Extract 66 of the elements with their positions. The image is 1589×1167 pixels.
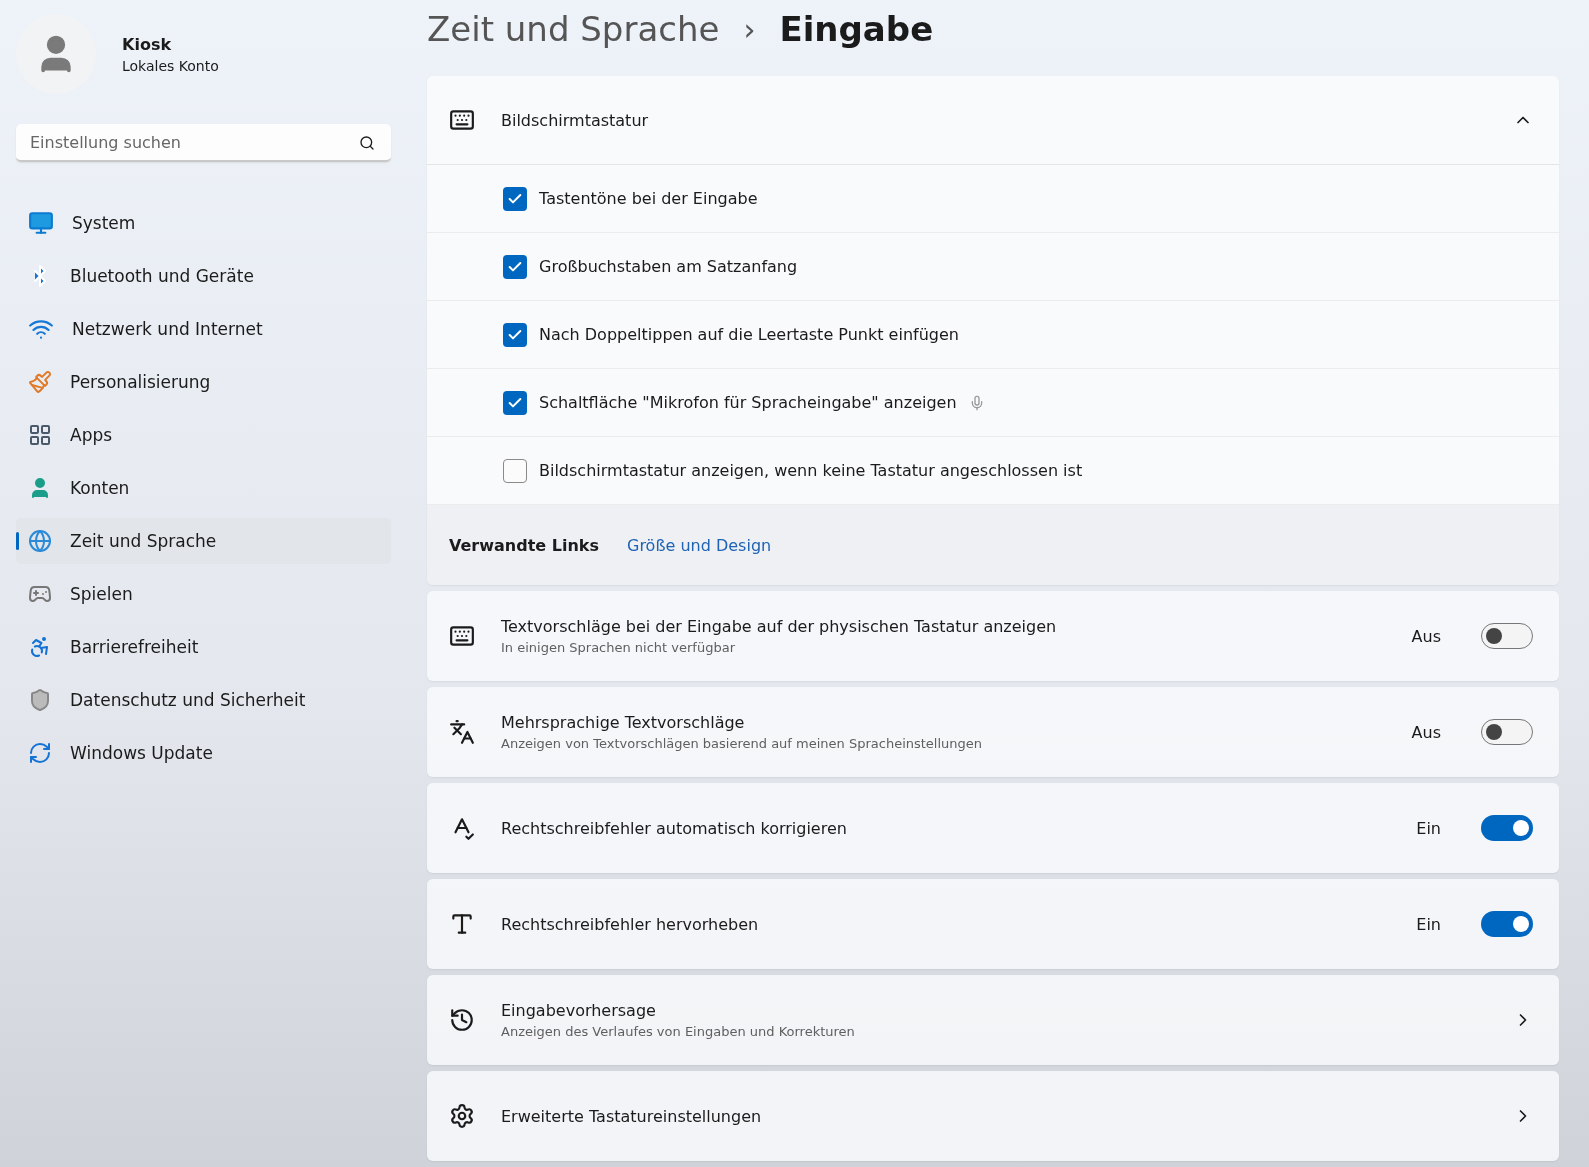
nav-icon xyxy=(28,688,52,712)
account-type: Lokales Konto xyxy=(122,57,219,74)
breadcrumb-link[interactable]: Zeit und Sprache xyxy=(427,9,720,49)
nav-icon xyxy=(28,423,52,447)
nav-icon xyxy=(28,370,52,394)
setting-description: In einigen Sprachen nicht verfügbar xyxy=(501,640,736,655)
toggle-state-label: Ein xyxy=(1416,914,1441,934)
nav-icon xyxy=(28,529,52,553)
setting-icon xyxy=(449,719,475,745)
setting-description: Anzeigen des Verlaufes von Eingaben und Korrekturen xyxy=(501,1024,856,1039)
setting-icon xyxy=(449,911,475,937)
option-label: Nach Doppeltippen auf die Leertaste Punkt einfügen xyxy=(539,325,959,344)
toggle-switch[interactable] xyxy=(1481,719,1533,745)
setting-icon xyxy=(449,1103,475,1129)
setting-icon xyxy=(449,1007,475,1033)
settings-row[interactable]: Mehrsprachige Textvorschläge Anzeigen von Textvorschlägen basierend auf meinen Spracheinstellungen Aus xyxy=(427,687,1559,777)
checkbox[interactable] xyxy=(503,390,527,415)
setting-icon xyxy=(449,623,475,649)
toggle-state-label: Aus xyxy=(1411,722,1441,742)
setting-description: Anzeigen von Textvorschlägen basierend auf meinen Spracheinstellungen xyxy=(501,736,984,751)
toggle-switch[interactable] xyxy=(1481,911,1533,937)
sidebar-item[interactable]: Windows Update xyxy=(16,730,391,776)
checkbox[interactable] xyxy=(503,322,527,347)
option-label: Großbuchstaben am Satzanfang xyxy=(539,257,798,276)
checkbox[interactable] xyxy=(503,254,527,279)
setting-title: Mehrsprachige Textvorschläge xyxy=(501,713,746,732)
account-name: Kiosk xyxy=(122,34,173,54)
related-link[interactable]: Größe und Design xyxy=(627,535,772,555)
setting-title: Rechtschreibfehler automatisch korrigieren xyxy=(501,818,848,838)
sidebar-item[interactable]: Spielen xyxy=(16,571,391,617)
option-label: Tastentöne bei der Eingabe xyxy=(539,189,758,208)
setting-title: Erweiterte Tastatureinstellungen xyxy=(501,1106,763,1126)
sidebar-item[interactable]: Personalisierung xyxy=(16,359,391,405)
keyboard-icon xyxy=(449,107,475,133)
settings-row[interactable]: Rechtschreibfehler automatisch korrigieren Ein xyxy=(427,783,1559,873)
page-title: Eingabe xyxy=(779,9,934,49)
nav-icon xyxy=(28,210,54,236)
settings-row[interactable]: Eingabevorhersage Anzeigen des Verlaufes von Eingaben und Korrekturen xyxy=(427,975,1559,1065)
sidebar-item[interactable]: Datenschutz und Sicherheit xyxy=(16,677,391,723)
sidebar-item[interactable]: Apps xyxy=(16,412,391,458)
sidebar-item[interactable]: Barrierefreiheit xyxy=(16,624,391,670)
related-links-label: Verwandte Links xyxy=(449,535,599,555)
option-label: Schaltfläche "Mikrofon für Spracheingabe" anzeigen xyxy=(539,393,957,412)
setting-title: Eingabevorhersage xyxy=(501,1001,657,1020)
option-label: Bildschirmtastatur anzeigen, wenn keine Tastatur angeschlossen ist xyxy=(539,461,1083,480)
sidebar-item[interactable]: System xyxy=(16,200,391,246)
settings-row[interactable]: Textvorschläge bei der Eingabe auf der physischen Tastatur anzeigen In einigen Sprachen nicht verfügbar Aus xyxy=(427,591,1559,681)
sidebar-item[interactable]: Bluetooth und Geräte xyxy=(16,253,391,299)
settings-row[interactable]: Erweiterte Tastatureinstellungen xyxy=(427,1071,1559,1161)
nav-icon xyxy=(28,741,52,765)
settings-row[interactable]: Rechtschreibfehler hervorheben Ein xyxy=(427,879,1559,969)
checkbox[interactable] xyxy=(503,186,527,211)
search-icon xyxy=(359,135,375,151)
sidebar-item[interactable]: Netzwerk und Internet xyxy=(16,306,391,352)
sidebar-item[interactable]: Zeit und Sprache xyxy=(16,518,391,564)
sidebar-item[interactable]: Konten xyxy=(16,465,391,511)
toggle-switch[interactable] xyxy=(1481,623,1533,649)
search-field[interactable]: Einstellung suchen xyxy=(16,124,391,162)
toggle-state-label: Aus xyxy=(1411,626,1441,646)
setting-title: Textvorschläge bei der Eingabe auf der physischen Tastatur anzeigen xyxy=(501,617,1058,636)
setting-title: Rechtschreibfehler hervorheben xyxy=(501,914,760,934)
toggle-switch[interactable] xyxy=(1481,815,1533,841)
checkbox[interactable] xyxy=(503,458,527,483)
toggle-state-label: Ein xyxy=(1416,818,1441,838)
section-title: Bildschirmtastatur xyxy=(501,110,650,130)
breadcrumb-separator: › xyxy=(743,11,756,47)
